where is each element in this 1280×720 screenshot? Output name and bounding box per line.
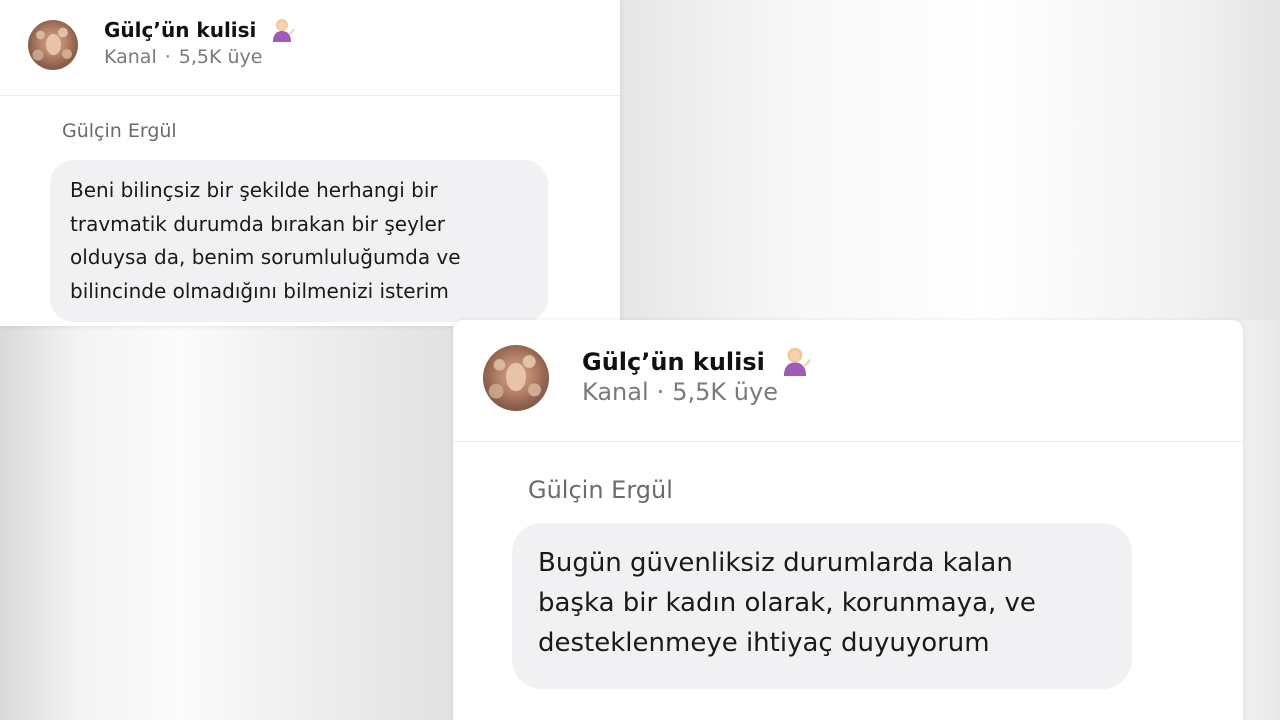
channel-avatar[interactable] — [28, 20, 78, 70]
message-bubble[interactable]: Beni bilinçsiz bir şekilde herhangi bir … — [50, 160, 548, 322]
channel-avatar[interactable] — [483, 345, 549, 411]
message-bubble[interactable]: Bugün güvenliksiz durumlarda kalan başka… — [512, 523, 1132, 689]
channel-title[interactable]: Gülç’ün kulisi — [104, 16, 296, 47]
background-panel-right — [1242, 320, 1280, 720]
message-line: desteklenmeye ihtiyaç duyuyorum — [538, 628, 990, 658]
member-count: 5,5K üye — [672, 378, 778, 406]
channel-header[interactable]: Gülç’ün kulisi Kanal · 5,5K üye — [453, 320, 1243, 442]
channel-header[interactable]: Gülç’ün kulisi Kanal · 5,5K üye — [0, 0, 620, 96]
background-panel-bottom — [0, 326, 455, 720]
channel-name: Gülç’ün kulisi — [582, 348, 765, 376]
channel-post-card-2: Gülç’ün kulisi Kanal · 5,5K üye Gülçin Erg… — [453, 320, 1243, 720]
meta-separator: · — [164, 46, 171, 68]
channel-title[interactable]: Gülç’ün kulisi — [582, 344, 812, 382]
channel-type: Kanal — [104, 46, 157, 68]
woman-tipping-hand-icon — [779, 344, 812, 382]
message-line: Bugün güvenliksiz durumlarda kalan — [538, 548, 1013, 578]
message-line: olduysa da, benim sorumluluğumda ve — [70, 245, 461, 269]
message-line: travmatik durumda bırakan bir şeyler — [70, 211, 446, 236]
sender-name: Gülçin Ergül — [62, 120, 177, 142]
member-count: 5,5K üye — [178, 46, 263, 68]
sender-name: Gülçin Ergül — [528, 476, 673, 504]
channel-meta: Kanal · 5,5K üye — [582, 378, 778, 406]
message-line: Beni bilinçsiz bir şekilde herhangi bir — [70, 178, 438, 202]
avatar-face — [45, 34, 61, 55]
background-panel-top — [620, 0, 1280, 320]
avatar-face — [506, 363, 526, 392]
meta-separator: · — [656, 378, 665, 406]
channel-meta: Kanal · 5,5K üye — [104, 46, 262, 68]
channel-type: Kanal — [582, 378, 649, 406]
channel-post-card-1: Gülç’ün kulisi Kanal · 5,5K üye Gülçin Erg… — [0, 0, 620, 326]
message-line: başka bir kadın olarak, korunmaya, ve — [538, 588, 1036, 618]
channel-name: Gülç’ün kulisi — [104, 18, 257, 42]
woman-tipping-hand-icon — [269, 16, 296, 47]
message-line: bilincinde olmadığını bilmenizi isterim — [70, 278, 449, 303]
